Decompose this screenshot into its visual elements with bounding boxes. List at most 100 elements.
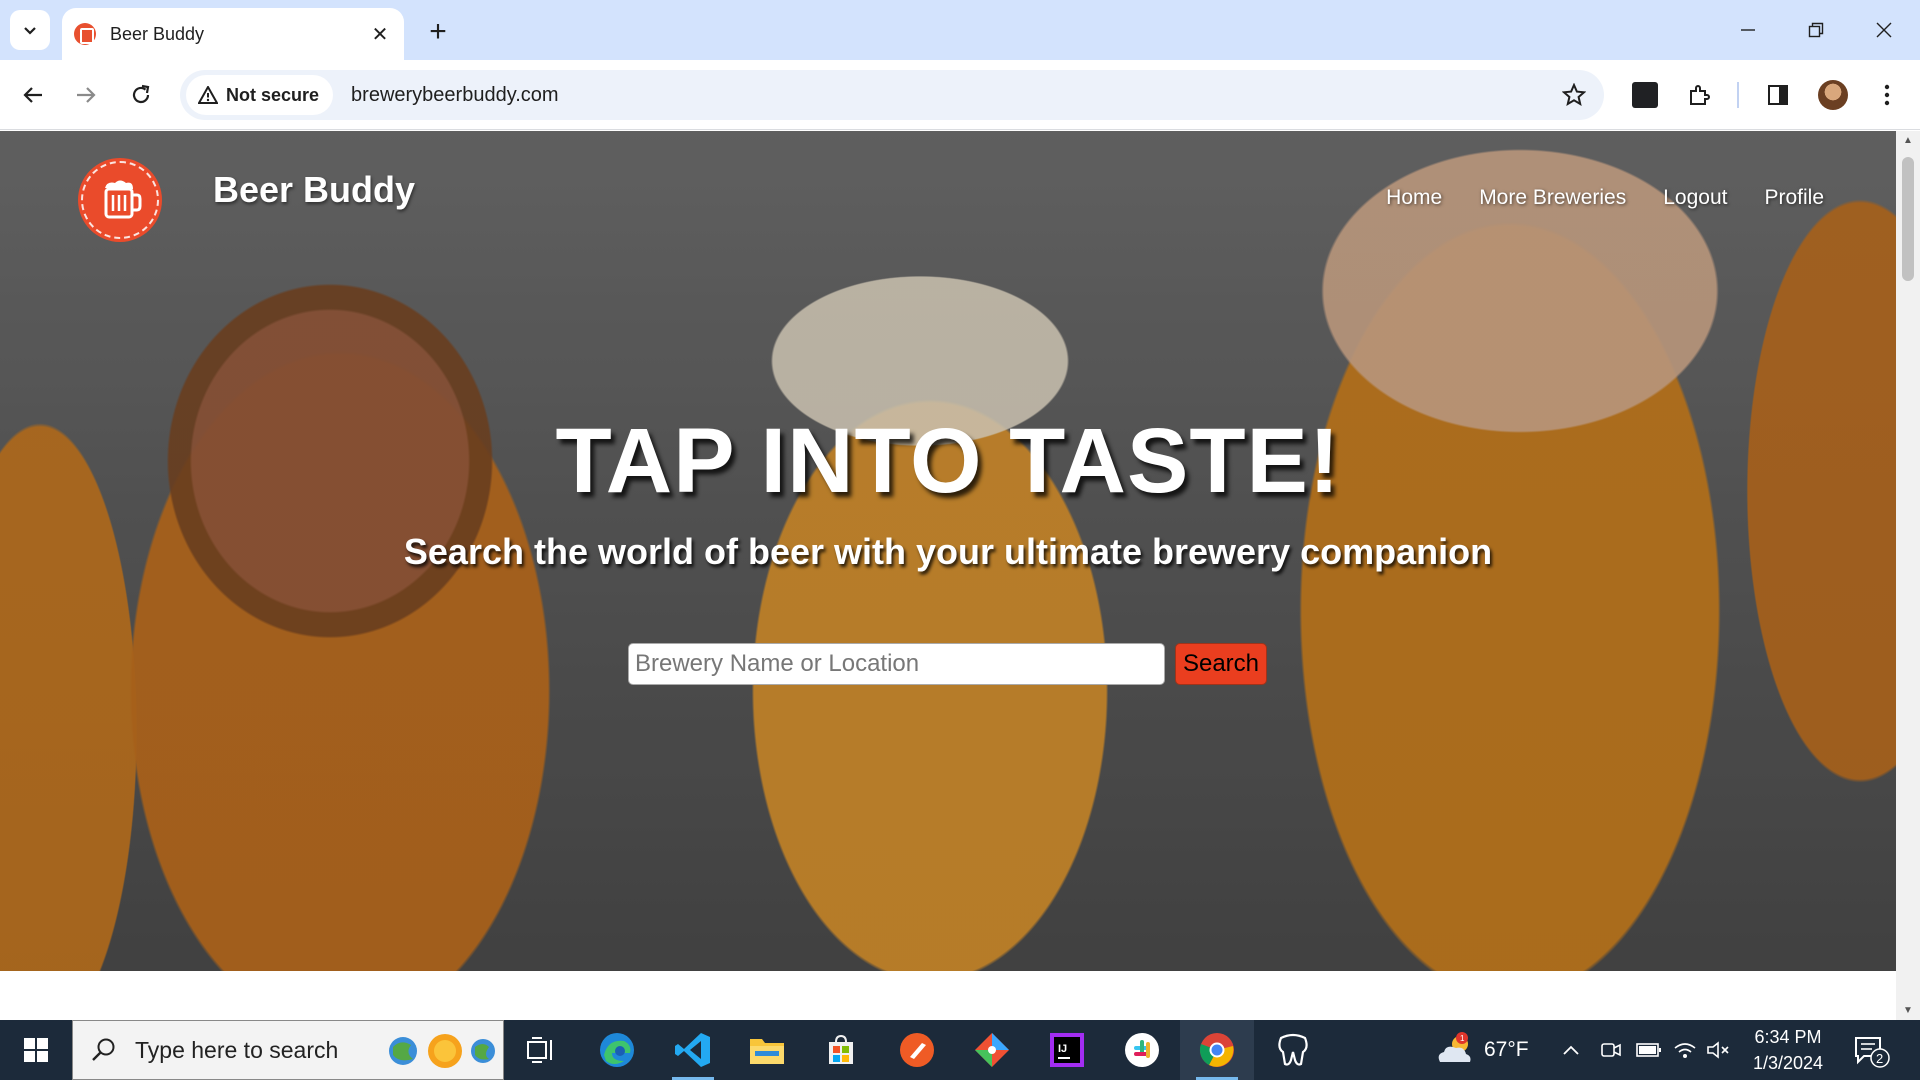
restore-icon	[1808, 22, 1824, 38]
taskbar-clock[interactable]: 6:34 PM 1/3/2024	[1736, 1024, 1840, 1076]
close-window-button[interactable]	[1860, 12, 1908, 48]
side-panel-button[interactable]	[1760, 77, 1796, 113]
site-title[interactable]: Beer Buddy	[213, 169, 415, 211]
profile-button[interactable]	[1815, 77, 1851, 113]
profile-avatar	[1818, 80, 1848, 110]
chevron-up-icon	[1563, 1045, 1579, 1055]
star-icon	[1562, 83, 1586, 107]
tab-close-icon[interactable]: ✕	[368, 22, 392, 46]
browser-tab[interactable]: Beer Buddy ✕	[62, 8, 404, 60]
taskbar-edge[interactable]	[580, 1020, 654, 1080]
weather-badge-count: 1	[1460, 1034, 1465, 1043]
intellij-icon: IJ	[1050, 1033, 1084, 1067]
forward-button[interactable]	[66, 75, 106, 115]
nav-link-more-breweries[interactable]: More Breweries	[1479, 186, 1626, 210]
back-arrow-icon	[23, 87, 42, 103]
taskbar-file-explorer[interactable]	[730, 1020, 804, 1080]
meet-now-button[interactable]	[1600, 1020, 1622, 1080]
browser-menu-button[interactable]	[1869, 77, 1905, 113]
beer-mug-icon	[104, 180, 142, 219]
notification-count: 2	[1876, 1051, 1883, 1066]
slack-icon	[1125, 1033, 1159, 1067]
restore-button[interactable]	[1792, 12, 1840, 48]
clock-date: 1/3/2024	[1752, 1053, 1824, 1073]
page-scrollbar[interactable]: ▲ ▼	[1896, 131, 1920, 1020]
search-icon	[92, 1038, 115, 1061]
more-vert-icon	[1884, 84, 1890, 106]
nav-link-logout[interactable]: Logout	[1663, 186, 1727, 210]
taskbar-microsoft-store[interactable]	[804, 1020, 878, 1080]
site-navigation: Home More Breweries Logout Profile	[1386, 186, 1824, 210]
taskbar-search-box[interactable]: Type here to search	[72, 1020, 504, 1080]
nav-link-home[interactable]: Home	[1386, 186, 1442, 210]
windows-taskbar: Type here to search IJ 1 67°F 6:34 PM 1/…	[0, 1020, 1920, 1080]
tab-title: Beer Buddy	[110, 23, 205, 44]
security-indicator[interactable]: Not secure	[186, 75, 334, 115]
start-button[interactable]	[0, 1020, 72, 1080]
nav-link-profile[interactable]: Profile	[1764, 186, 1824, 210]
extension-icon	[1632, 82, 1658, 108]
search-highlight-icon	[389, 1034, 495, 1068]
puzzle-icon	[1690, 85, 1710, 105]
task-view-button[interactable]	[504, 1020, 578, 1080]
volume-muted-icon	[1707, 1041, 1729, 1059]
taskbar-pgadmin[interactable]	[1256, 1020, 1330, 1080]
minimize-button[interactable]	[1724, 12, 1772, 48]
tab-search-button[interactable]	[10, 10, 50, 50]
taskbar-chrome[interactable]	[1180, 1020, 1254, 1080]
scrollbar-thumb[interactable]	[1902, 157, 1914, 281]
hero-headline: TAP INTO TASTE!	[555, 410, 1341, 512]
security-label: Not secure	[226, 84, 320, 105]
beer-buddy-favicon-icon	[74, 23, 96, 45]
scroll-down-icon[interactable]: ▼	[1903, 1005, 1913, 1016]
taskbar-slack[interactable]	[1105, 1020, 1179, 1080]
notification-center-button[interactable]: 2	[1848, 1030, 1892, 1070]
extension-button[interactable]	[1627, 77, 1663, 113]
extensions-menu-button[interactable]	[1681, 77, 1717, 113]
side-panel-icon	[1768, 85, 1788, 105]
taskbar-postman[interactable]	[880, 1020, 954, 1080]
chrome-icon	[1199, 1033, 1234, 1067]
reload-button[interactable]	[121, 75, 161, 115]
close-icon	[1876, 22, 1892, 38]
back-button[interactable]	[13, 75, 53, 115]
scroll-up-icon[interactable]: ▲	[1903, 135, 1913, 146]
web-page: Beer Buddy Home More Breweries Logout Pr…	[0, 131, 1896, 971]
search-button[interactable]: Search	[1175, 643, 1267, 685]
edge-icon	[600, 1033, 634, 1067]
taskbar-intellij[interactable]: IJ	[1030, 1020, 1104, 1080]
taskbar-gitkraken[interactable]	[955, 1020, 1029, 1080]
store-icon	[829, 1034, 853, 1064]
new-tab-button[interactable]: +	[420, 14, 456, 50]
warning-triangle-icon	[198, 86, 218, 104]
network-indicator[interactable]	[1673, 1020, 1697, 1080]
chevron-down-icon	[24, 27, 36, 35]
weather-widget[interactable]: 1 67°F	[1434, 1020, 1529, 1080]
postgres-elephant-icon	[1278, 1033, 1308, 1066]
toolbar-divider	[1737, 82, 1739, 108]
svg-text:IJ: IJ	[1058, 1043, 1067, 1055]
site-logo[interactable]	[78, 158, 162, 242]
address-bar[interactable]: Not secure brewerybeerbuddy.com	[180, 70, 1604, 120]
battery-indicator[interactable]	[1636, 1020, 1662, 1080]
video-camera-icon	[1601, 1043, 1621, 1057]
hidden-icons-button[interactable]	[1562, 1020, 1580, 1080]
task-view-icon	[527, 1037, 552, 1063]
taskbar-vscode[interactable]	[656, 1020, 730, 1080]
minimize-icon	[1741, 29, 1755, 31]
hero-section: Beer Buddy Home More Breweries Logout Pr…	[0, 131, 1896, 971]
browser-tab-bar: Beer Buddy ✕ +	[0, 0, 1920, 60]
brewery-search-input[interactable]	[628, 643, 1165, 685]
windows-logo-icon	[24, 1038, 48, 1062]
postman-icon	[900, 1033, 934, 1067]
notification-icon: 2	[1855, 1037, 1890, 1068]
url-text[interactable]: brewerybeerbuddy.com	[351, 84, 559, 107]
bookmark-button[interactable]	[1558, 79, 1590, 111]
vscode-icon	[675, 1033, 710, 1067]
forward-arrow-icon	[77, 87, 96, 103]
weather-partly-cloudy-icon: 1	[1438, 1032, 1471, 1062]
weather-temperature: 67°F	[1484, 1038, 1529, 1061]
folder-icon	[750, 1039, 784, 1064]
hero-subheadline: Search the world of beer with your ultim…	[403, 531, 1493, 572]
volume-indicator[interactable]	[1706, 1020, 1730, 1080]
